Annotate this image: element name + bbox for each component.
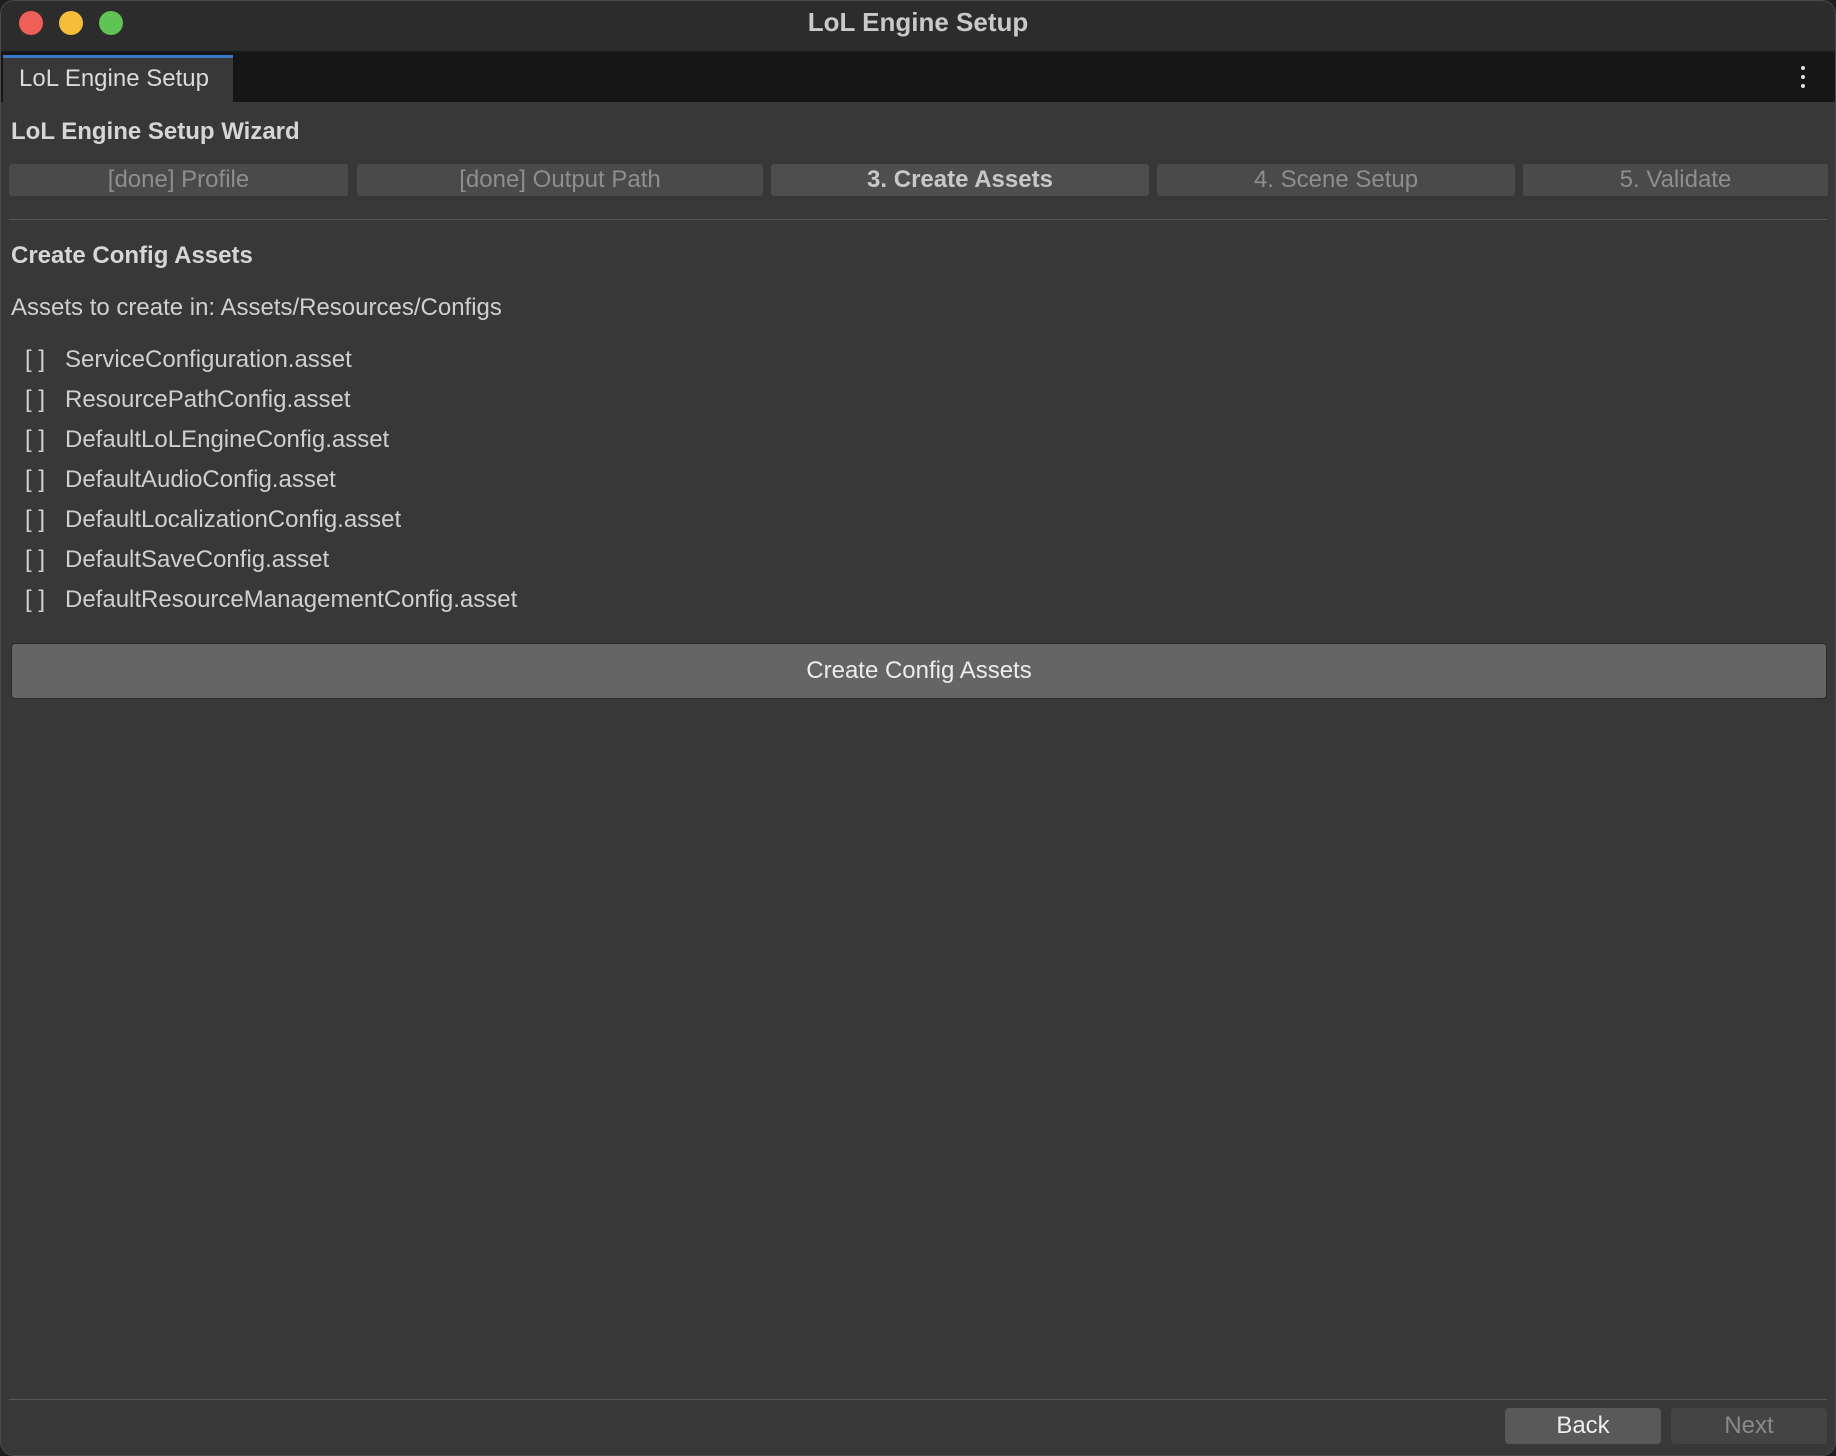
footer-divider [9,1399,1827,1400]
next-button[interactable]: Next [1671,1408,1827,1444]
tab-bar: LoL Engine Setup [1,52,1835,102]
title-bar: LoL Engine Setup [1,1,1835,52]
checkbox-indicator: [ ] [25,586,46,613]
asset-name: ServiceConfiguration.asset [65,346,352,373]
step-scene-setup[interactable]: 4. Scene Setup [1157,164,1515,196]
checkbox-indicator: [ ] [25,466,46,493]
wizard-content: LoL Engine Setup Wizard [done] Profile [… [1,102,1835,1455]
step-output-path[interactable]: [done] Output Path [357,164,763,196]
step-validate[interactable]: 5. Validate [1523,164,1828,196]
list-item: [ ] ServiceConfiguration.asset [25,346,517,386]
asset-name: DefaultLoLEngineConfig.asset [65,426,390,453]
checkbox-indicator: [ ] [25,346,46,373]
asset-name: DefaultLocalizationConfig.asset [65,506,402,533]
list-item: [ ] DefaultLocalizationConfig.asset [25,506,517,546]
checkbox-indicator: [ ] [25,386,46,413]
tab-lol-engine-setup[interactable]: LoL Engine Setup [3,55,233,102]
step-create-assets[interactable]: 3. Create Assets [771,164,1149,196]
list-item: [ ] DefaultSaveConfig.asset [25,546,517,586]
asset-name: DefaultSaveConfig.asset [65,546,330,573]
checkbox-indicator: [ ] [25,426,46,453]
create-config-assets-button[interactable]: Create Config Assets [11,643,1827,699]
asset-name: DefaultAudioConfig.asset [65,466,336,493]
checkbox-indicator: [ ] [25,546,46,573]
back-button[interactable]: Back [1505,1408,1661,1444]
asset-list: [ ] ServiceConfiguration.asset [ ] Resourc… [25,346,517,626]
window-title: LoL Engine Setup [807,7,1029,37]
assets-path-text: Assets to create in: Assets/Resources/Co… [11,294,502,321]
header-divider [9,219,1827,220]
list-item: [ ] DefaultAudioConfig.asset [25,466,517,506]
editor-window: LoL Engine Setup LoL Engine Setup LoL En… [0,0,1836,1456]
list-item: [ ] DefaultResourceManagementConfig.asset [25,586,517,626]
step-profile[interactable]: [done] Profile [9,164,348,196]
list-item: [ ] DefaultLoLEngineConfig.asset [25,426,517,466]
wizard-title: LoL Engine Setup Wizard [11,118,300,145]
list-item: [ ] ResourcePathConfig.asset [25,386,517,426]
asset-name: ResourcePathConfig.asset [65,386,351,413]
checkbox-indicator: [ ] [25,506,46,533]
wizard-steps: [done] Profile [done] Output Path 3. Cre… [1,164,1835,196]
asset-name: DefaultResourceManagementConfig.asset [65,586,518,613]
more-options-icon[interactable] [1801,66,1805,90]
section-title: Create Config Assets [11,242,253,269]
